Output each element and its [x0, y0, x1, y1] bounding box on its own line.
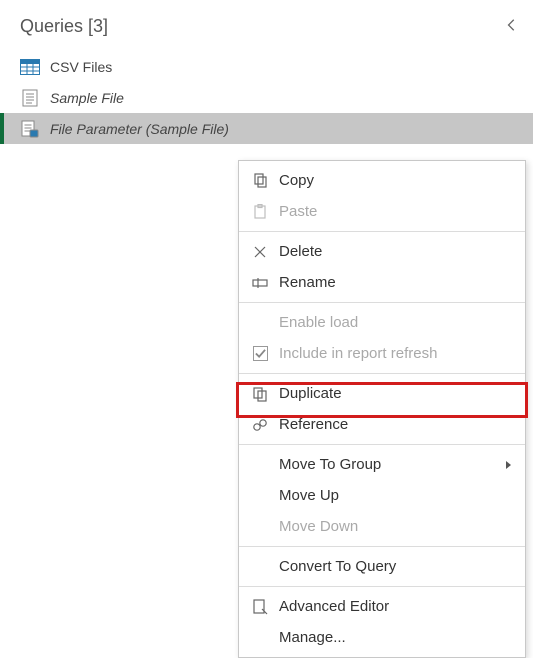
menu-copy[interactable]: Copy: [239, 165, 525, 196]
context-menu: Copy Paste Delete Rename Enable load Inc…: [238, 160, 526, 658]
checkbox-checked-icon: [247, 346, 273, 361]
document-icon: [20, 89, 40, 107]
menu-manage[interactable]: Manage...: [239, 622, 525, 653]
menu-move-up[interactable]: Move Up: [239, 480, 525, 511]
query-label: CSV Files: [50, 59, 112, 75]
menu-label: Reference: [273, 416, 515, 433]
menu-move-to-group[interactable]: Move To Group: [239, 449, 525, 480]
table-icon: [20, 58, 40, 76]
menu-label: Delete: [273, 243, 515, 260]
menu-paste: Paste: [239, 196, 525, 227]
menu-include-refresh: Include in report refresh: [239, 338, 525, 369]
advanced-editor-icon: [247, 599, 273, 615]
menu-enable-load: Enable load: [239, 307, 525, 338]
panel-title: Queries [3]: [20, 16, 108, 37]
menu-label: Move To Group: [273, 456, 506, 473]
menu-label: Enable load: [273, 314, 515, 331]
menu-move-down: Move Down: [239, 511, 525, 542]
menu-rename[interactable]: Rename: [239, 267, 525, 298]
query-label: File Parameter (Sample File): [50, 121, 229, 137]
menu-delete[interactable]: Delete: [239, 236, 525, 267]
menu-label: Convert To Query: [273, 558, 515, 575]
queries-panel: Queries [3] CSV Files: [0, 0, 533, 144]
menu-label: Advanced Editor: [273, 598, 515, 615]
query-item-file-parameter[interactable]: File Parameter (Sample File): [0, 113, 533, 144]
query-item-csv-files[interactable]: CSV Files: [0, 51, 533, 82]
menu-advanced-editor[interactable]: Advanced Editor: [239, 591, 525, 622]
menu-separator: [239, 586, 525, 587]
menu-label: Move Down: [273, 518, 515, 535]
menu-convert-to-query[interactable]: Convert To Query: [239, 551, 525, 582]
submenu-arrow-icon: [506, 461, 511, 469]
menu-reference[interactable]: Reference: [239, 409, 525, 440]
delete-icon: [247, 244, 273, 260]
parameter-icon: [20, 120, 40, 138]
query-label: Sample File: [50, 90, 124, 106]
reference-icon: [247, 417, 273, 433]
rename-icon: [247, 275, 273, 291]
menu-label: Rename: [273, 274, 515, 291]
menu-separator: [239, 302, 525, 303]
menu-label: Paste: [273, 203, 515, 220]
copy-icon: [247, 173, 273, 189]
menu-separator: [239, 373, 525, 374]
panel-header: Queries [3]: [0, 8, 533, 51]
collapse-icon[interactable]: [505, 16, 519, 37]
paste-icon: [247, 204, 273, 220]
menu-label: Move Up: [273, 487, 515, 504]
menu-label: Include in report refresh: [273, 345, 515, 362]
query-item-sample-file[interactable]: Sample File: [0, 82, 533, 113]
menu-separator: [239, 231, 525, 232]
menu-duplicate[interactable]: Duplicate: [239, 378, 525, 409]
menu-label: Manage...: [273, 629, 515, 646]
menu-label: Copy: [273, 172, 515, 189]
menu-separator: [239, 546, 525, 547]
menu-separator: [239, 444, 525, 445]
duplicate-icon: [247, 386, 273, 402]
menu-label: Duplicate: [273, 385, 515, 402]
query-list: CSV Files Sample File: [0, 51, 533, 144]
